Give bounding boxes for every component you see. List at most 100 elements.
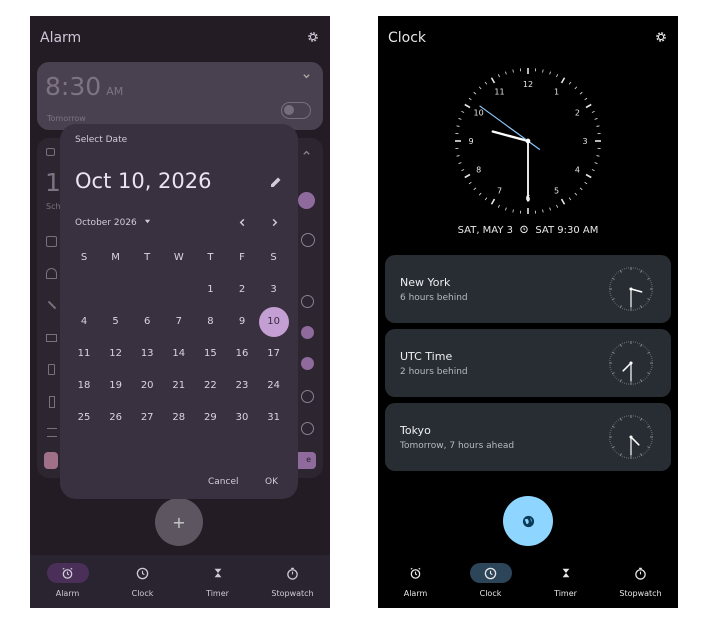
clock-number: 1 bbox=[554, 88, 559, 97]
calendar-day[interactable]: 21 bbox=[163, 380, 195, 391]
clock-tick bbox=[458, 118, 462, 120]
alarm-card[interactable]: 8:30 AM Tomorrow bbox=[37, 62, 323, 130]
calendar-day[interactable]: 4 bbox=[68, 316, 100, 327]
calendar-day[interactable]: 17 bbox=[258, 348, 290, 359]
calendar-day[interactable]: 15 bbox=[194, 348, 226, 359]
checkbox-checked[interactable] bbox=[301, 326, 314, 339]
calendar-day[interactable]: 14 bbox=[163, 348, 195, 359]
clock-tick bbox=[464, 103, 471, 109]
next-month-icon[interactable] bbox=[270, 218, 279, 227]
previous-month-icon[interactable] bbox=[238, 218, 247, 227]
world-clock-card[interactable]: New York 6 hours behind bbox=[385, 255, 671, 323]
calendar-day[interactable]: 18 bbox=[68, 380, 100, 391]
calendar-day[interactable]: 9 bbox=[226, 316, 258, 327]
nav-label: Timer bbox=[554, 589, 577, 598]
calendar-day-selected[interactable]: 10 bbox=[258, 307, 289, 337]
calendar-day[interactable]: 1 bbox=[194, 284, 226, 295]
calendar-day[interactable]: 27 bbox=[131, 412, 163, 423]
nav-item-alarm[interactable]: Alarm bbox=[378, 563, 453, 598]
delete-button[interactable] bbox=[44, 452, 58, 469]
nav-item-stopwatch[interactable]: Stopwatch bbox=[603, 563, 678, 598]
radio-button[interactable] bbox=[301, 390, 314, 403]
clock-tick bbox=[647, 372, 651, 375]
calendar-day[interactable]: 26 bbox=[100, 412, 132, 423]
nav-item-clock[interactable]: Clock bbox=[453, 563, 528, 598]
clock-tick bbox=[642, 345, 645, 347]
world-clock-card[interactable]: Tokyo Tomorrow, 7 hours ahead bbox=[385, 403, 671, 471]
clock-tick bbox=[610, 353, 613, 355]
clock-tick bbox=[456, 155, 460, 157]
clock-tick bbox=[646, 348, 648, 350]
clock-tick bbox=[642, 271, 645, 273]
clock-tick bbox=[639, 307, 641, 310]
calendar-day[interactable]: 3 bbox=[258, 284, 290, 295]
gear-icon[interactable] bbox=[654, 30, 668, 44]
add-alarm-button[interactable]: + bbox=[155, 498, 203, 546]
calendar-day[interactable]: 8 bbox=[194, 316, 226, 327]
calendar-day[interactable]: 22 bbox=[194, 380, 226, 391]
calendar-day[interactable]: 29 bbox=[194, 412, 226, 423]
clock-screen: Clock 121234567891011 SAT, MAY 3 SAT 9:3… bbox=[378, 16, 678, 608]
calendar-day[interactable]: 11 bbox=[68, 348, 100, 359]
month-year-selector[interactable]: October 2026 bbox=[75, 218, 151, 228]
nav-item-timer[interactable]: Timer bbox=[528, 563, 603, 598]
radio-button[interactable] bbox=[301, 422, 314, 435]
checkbox-checked[interactable] bbox=[301, 357, 314, 370]
stopwatch-icon bbox=[635, 567, 646, 580]
world-clock-card[interactable]: UTC Time 2 hours behind bbox=[385, 329, 671, 397]
calendar-day[interactable]: 19 bbox=[100, 380, 132, 391]
calendar-day[interactable]: 23 bbox=[226, 380, 258, 391]
toggle-on-knob[interactable] bbox=[298, 192, 315, 209]
calendar-day[interactable]: 24 bbox=[258, 380, 290, 391]
nav-item-stopwatch[interactable]: Stopwatch bbox=[255, 563, 330, 598]
weekday-label: S bbox=[270, 252, 277, 263]
calendar-day[interactable]: 20 bbox=[131, 380, 163, 391]
nav-item-timer[interactable]: Timer bbox=[180, 563, 255, 598]
calendar-day[interactable]: 25 bbox=[68, 412, 100, 423]
bell-icon bbox=[46, 268, 57, 279]
calendar-day[interactable]: 31 bbox=[258, 412, 290, 423]
clock-tick bbox=[614, 376, 616, 378]
globe-icon bbox=[522, 515, 534, 527]
calendar-day[interactable]: 16 bbox=[226, 348, 258, 359]
clock-tick bbox=[585, 173, 592, 179]
radio-button[interactable] bbox=[301, 295, 314, 308]
calendar-day[interactable]: 12 bbox=[100, 348, 132, 359]
clock-number: 5 bbox=[554, 186, 559, 195]
chevron-up-icon[interactable] bbox=[302, 148, 311, 157]
nav-item-clock[interactable]: Clock bbox=[105, 563, 180, 598]
clock-tick bbox=[549, 71, 551, 75]
edit-icon[interactable] bbox=[270, 176, 282, 188]
calendar-day[interactable]: 13 bbox=[131, 348, 163, 359]
calendar-day[interactable]: 5 bbox=[100, 316, 132, 327]
ok-button[interactable]: OK bbox=[265, 477, 278, 487]
add-city-button[interactable] bbox=[503, 496, 553, 546]
clock-tick bbox=[640, 269, 643, 273]
alarm-toggle[interactable] bbox=[281, 102, 311, 119]
calendar-day[interactable]: 7 bbox=[163, 316, 195, 327]
calendar-day[interactable]: 6 bbox=[131, 316, 163, 327]
clock-tick bbox=[640, 417, 643, 421]
clock-tick bbox=[617, 271, 620, 273]
clock-center bbox=[629, 361, 633, 365]
calendar-day[interactable]: 28 bbox=[163, 412, 195, 423]
clock-tick bbox=[596, 155, 600, 157]
alarm-time-partial: 1 bbox=[45, 168, 61, 197]
hour-hand bbox=[630, 436, 640, 446]
clock-number: 7 bbox=[497, 186, 502, 195]
clock-tick bbox=[644, 304, 646, 306]
clock-tick bbox=[646, 274, 648, 276]
clock-tick bbox=[585, 103, 592, 109]
nav-label: Clock bbox=[131, 589, 154, 598]
gear-icon[interactable] bbox=[306, 30, 320, 44]
chevron-down-icon[interactable] bbox=[302, 72, 311, 81]
nav-item-alarm[interactable]: Alarm bbox=[30, 563, 105, 598]
remove-icon[interactable] bbox=[301, 233, 315, 247]
clock-tick bbox=[473, 187, 477, 191]
alarm-screen: Alarm 8:30 AM Tomorrow 1 Sch e + Select … bbox=[30, 16, 330, 608]
cancel-button[interactable]: Cancel bbox=[208, 477, 239, 487]
calendar-day[interactable]: 2 bbox=[226, 284, 258, 295]
clock-tick bbox=[610, 427, 613, 429]
clock-tick bbox=[646, 302, 648, 304]
calendar-day[interactable]: 30 bbox=[226, 412, 258, 423]
